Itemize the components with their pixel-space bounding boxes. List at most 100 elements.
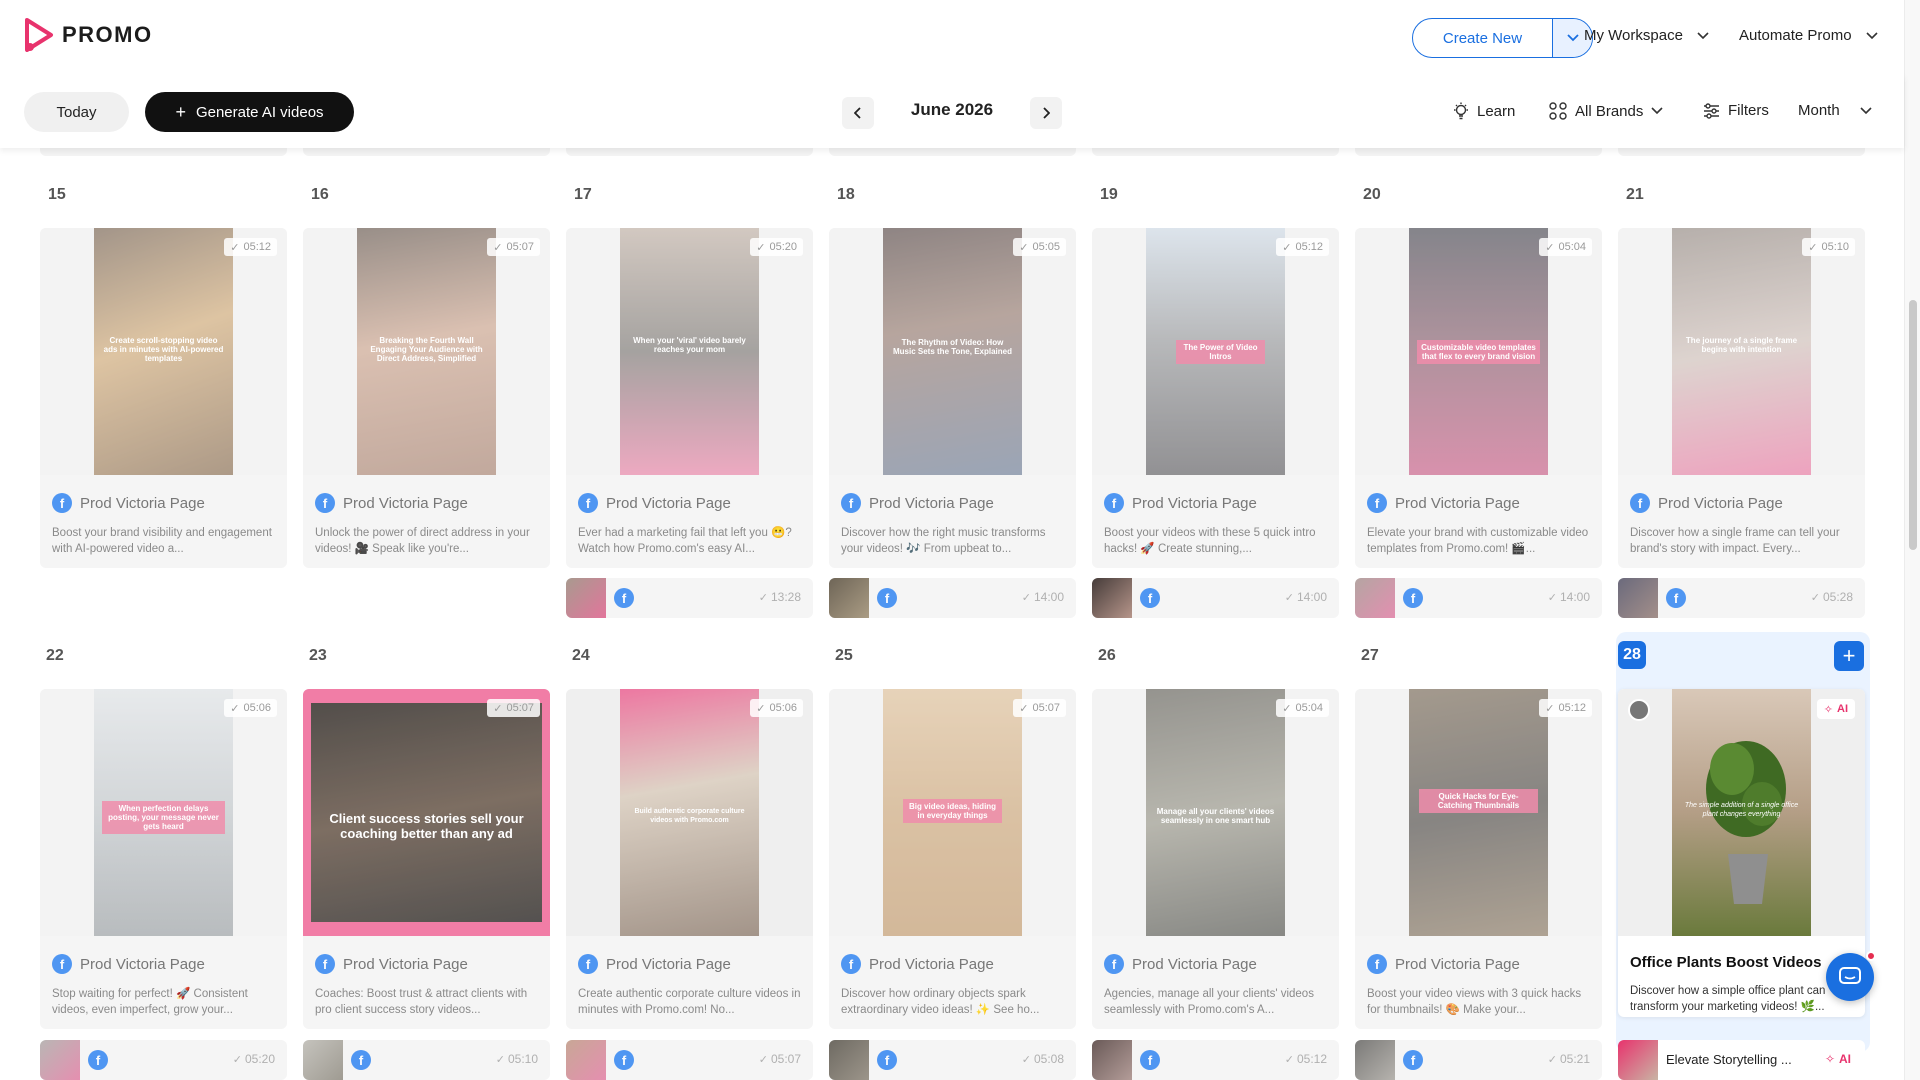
facebook-icon: f [1104, 954, 1124, 974]
post-card[interactable]: The Rhythm of Video: How Music Sets the … [829, 228, 1076, 568]
duration-badge: ✓ 05:04 [1276, 699, 1329, 717]
video-thumbnail: Customizable video templates that flex t… [1355, 228, 1602, 475]
create-new-button[interactable]: Create New [1412, 18, 1593, 58]
post-card[interactable]: When your 'viral' video barely reaches y… [566, 228, 813, 568]
post-card[interactable]: The journey of a single frame begins wit… [1618, 228, 1865, 568]
post-card[interactable]: Create scroll-stopping video ads in minu… [40, 228, 287, 568]
duration-badge: ✓ 05:12 [1539, 699, 1592, 717]
post-description: Create authentic corporate culture video… [578, 988, 801, 1016]
scheduled-post[interactable]: f 05:08 [829, 1040, 1076, 1080]
today-date-badge: 28 [1618, 641, 1646, 669]
view-selector[interactable]: Month [1798, 102, 1872, 119]
post-card[interactable]: Client success stories sell your coachin… [303, 689, 550, 1029]
post-card[interactable]: Manage all your clients' videos seamless… [1092, 689, 1339, 1029]
scheduled-post[interactable]: f 14:00 [1355, 578, 1602, 618]
check-icon: ✓ [493, 702, 503, 715]
page-name: Prod Victoria Page [343, 494, 468, 512]
post-description: Discover how ordinary objects spark extr… [841, 988, 1040, 1016]
inactive-overlay [1355, 228, 1602, 475]
next-month-button[interactable] [1030, 97, 1062, 129]
mini-thumbnail [829, 578, 869, 618]
duration-text: 05:04 [1558, 241, 1586, 253]
mini-thumbnail [40, 1040, 80, 1080]
post-card[interactable]: Build authentic corporate culture videos… [566, 689, 813, 1029]
scheduled-post[interactable]: f 05:07 [566, 1040, 813, 1080]
day-number: 26 [1098, 647, 1116, 664]
video-thumbnail: Client success stories sell your coachin… [303, 689, 550, 936]
scrollbar-thumb[interactable] [1909, 300, 1917, 550]
workspace-menu[interactable]: My Workspace [1584, 27, 1709, 44]
brand-name: PROMO [62, 22, 153, 47]
scheduled-post[interactable]: f 14:00 [1092, 578, 1339, 618]
page-name: Prod Victoria Page [80, 955, 205, 973]
day-number: 20 [1363, 186, 1381, 203]
chevron-down-icon [1697, 31, 1709, 39]
facebook-icon: f [1666, 588, 1686, 608]
post-card[interactable]: When perfection delays posting, your mes… [40, 689, 287, 1029]
facebook-icon: f [315, 954, 335, 974]
scheduled-post[interactable]: f 05:20 [40, 1040, 287, 1080]
duration-text: 05:07 [1032, 702, 1060, 714]
facebook-icon: f [1367, 954, 1387, 974]
scheduled-post[interactable]: f 05:12 [1092, 1040, 1339, 1080]
post-meta: f Prod Victoria Page Boost your brand vis… [40, 475, 287, 557]
prev-month-button[interactable] [842, 97, 874, 129]
check-icon: ✓ [1808, 241, 1818, 254]
check-icon: ✓ [1545, 702, 1555, 715]
calendar-toolbar: Today + Generate AI videos June 2026 Lea… [0, 74, 1904, 148]
scheduled-post[interactable]: f 05:28 [1618, 578, 1865, 618]
automate-menu[interactable]: Automate Promo [1739, 27, 1878, 44]
brands-filter[interactable]: All Brands [1549, 102, 1663, 120]
post-meta: f Prod Victoria Page Boost your video vie… [1355, 936, 1602, 1018]
duration-text: 05:12 [243, 241, 271, 253]
automate-label: Automate Promo [1739, 27, 1852, 44]
page-name: Prod Victoria Page [869, 955, 994, 973]
page-name: Prod Victoria Page [606, 955, 731, 973]
add-post-button[interactable]: + [1834, 641, 1864, 671]
page-scrollbar[interactable] [1904, 0, 1920, 1080]
filters-button[interactable]: Filters [1703, 102, 1769, 119]
post-description: Discover how the right music transforms … [841, 527, 1046, 555]
scheduled-post[interactable]: f 13:28 [566, 578, 813, 618]
duration-badge: ✓ 05:10 [1802, 238, 1855, 256]
facebook-icon: f [841, 493, 861, 513]
plus-icon: + [175, 102, 186, 122]
logo[interactable]: PROMO [24, 18, 153, 52]
mini-thumbnail [566, 578, 606, 618]
post-card[interactable]: Breaking the Fourth Wall Engaging Your A… [303, 228, 550, 568]
day-number: 17 [574, 186, 592, 203]
post-card[interactable]: Big video ideas, hiding in everyday thin… [829, 689, 1076, 1029]
facebook-icon: f [578, 493, 598, 513]
draft-title: Office Plants Boost Videos [1630, 954, 1822, 971]
inactive-overlay [303, 689, 550, 936]
scheduled-post[interactable]: f 05:10 [303, 1040, 550, 1080]
post-card[interactable]: The Power of Video Intros ✓ 05:12 f Prod V… [1092, 228, 1339, 568]
chat-launcher-button[interactable] [1826, 951, 1876, 1001]
scheduled-post[interactable]: f 14:00 [829, 578, 1076, 618]
check-icon: ✓ [1282, 241, 1292, 254]
video-thumbnail: The Power of Video Intros ✓ 05:12 [1092, 228, 1339, 475]
post-meta: f Prod Victoria Page Boost your videos wi… [1092, 475, 1339, 557]
ai-badge-label: AI [1837, 703, 1848, 715]
generate-ai-videos-button[interactable]: + Generate AI videos [145, 92, 354, 132]
inactive-overlay [829, 228, 1076, 475]
check-icon: ✓ [1545, 241, 1555, 254]
ai-draft-chip[interactable]: Elevate Storytelling ... ✧ AI [1618, 1040, 1865, 1080]
learn-button[interactable]: Learn [1453, 102, 1515, 120]
chat-icon [1839, 967, 1861, 984]
brands-grid-icon [1549, 102, 1567, 120]
inactive-overlay [1092, 228, 1339, 475]
select-radio[interactable] [1628, 699, 1650, 721]
check-icon: ✓ [1019, 241, 1029, 254]
today-button[interactable]: Today [24, 92, 129, 132]
video-thumbnail: The simple addition of a single office p… [1618, 689, 1865, 936]
scheduled-post[interactable]: f 05:21 [1355, 1040, 1602, 1080]
day-number: 15 [48, 186, 66, 203]
filters-label: Filters [1728, 102, 1769, 119]
post-meta: f Prod Victoria Page Coaches: Boost trust… [303, 936, 550, 1018]
duration-text: 05:06 [243, 702, 271, 714]
duration-text: 05:07 [506, 702, 534, 714]
post-card[interactable]: Customizable video templates that flex t… [1355, 228, 1602, 568]
post-card[interactable]: Quick Hacks for Eye-Catching Thumbnails … [1355, 689, 1602, 1029]
post-description: Discover how a single frame can tell you… [1630, 527, 1840, 555]
